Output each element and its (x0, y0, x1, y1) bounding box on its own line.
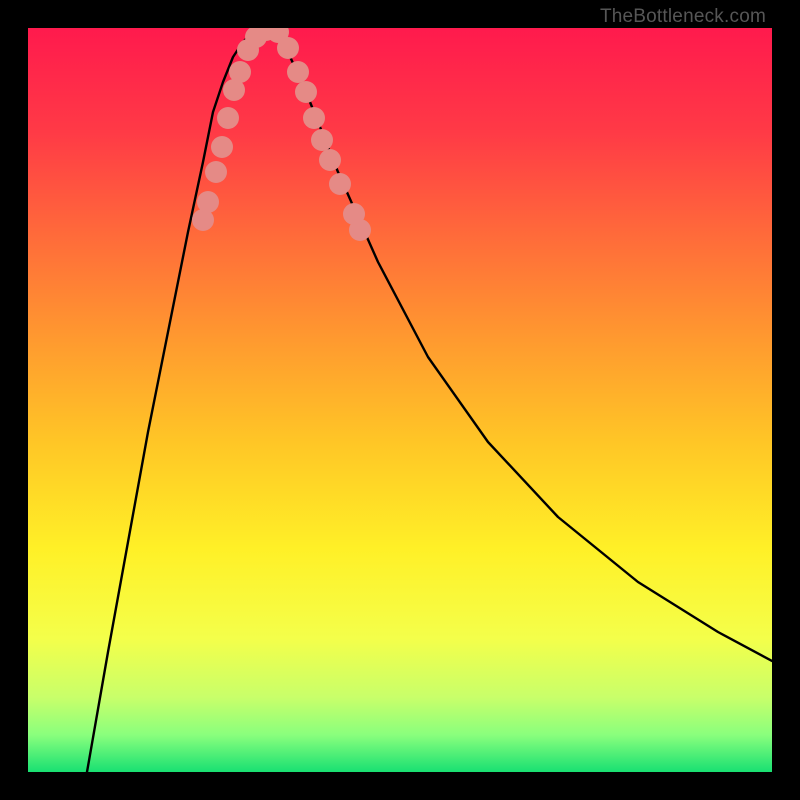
data-marker (217, 107, 239, 129)
data-marker (211, 136, 233, 158)
data-marker (287, 61, 309, 83)
outer-frame: TheBottleneck.com (0, 0, 800, 800)
plot-curves (28, 28, 772, 772)
data-marker (303, 107, 325, 129)
data-marker (319, 149, 341, 171)
watermark-text: TheBottleneck.com (600, 6, 766, 28)
data-marker (295, 81, 317, 103)
data-marker (329, 173, 351, 195)
curve-right-curve (272, 28, 772, 661)
plot-area (28, 28, 772, 772)
data-marker (277, 37, 299, 59)
data-marker (229, 61, 251, 83)
curve-left-curve (87, 28, 260, 772)
data-marker (205, 161, 227, 183)
data-marker (197, 191, 219, 213)
data-marker (349, 219, 371, 241)
data-marker (311, 129, 333, 151)
